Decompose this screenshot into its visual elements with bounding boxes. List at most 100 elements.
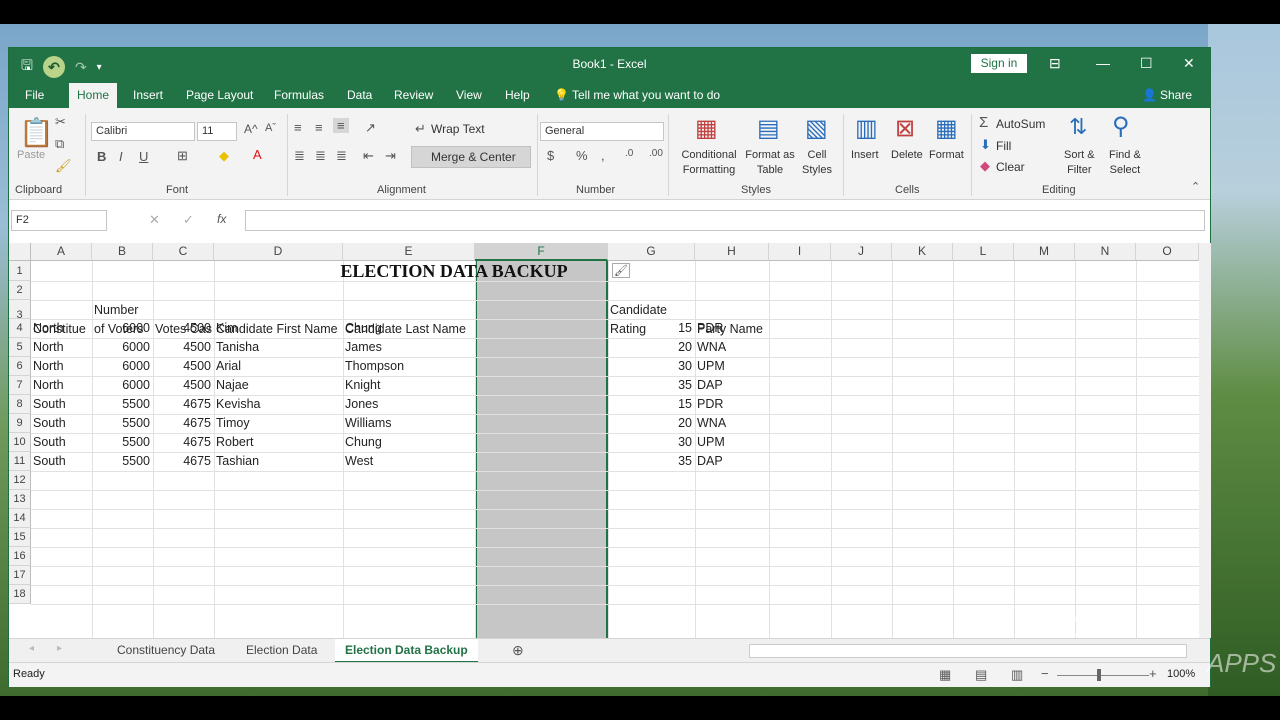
column-header-m[interactable]: M bbox=[1014, 243, 1075, 261]
column-header-i[interactable]: I bbox=[769, 243, 831, 261]
normal-view-icon[interactable]: ▦ bbox=[939, 667, 951, 683]
tab-formulas[interactable]: Formulas bbox=[274, 88, 324, 102]
row-header-11[interactable]: 11 bbox=[9, 452, 31, 471]
cell-first-name[interactable]: Timoy bbox=[216, 414, 346, 433]
cancel-icon[interactable]: ✕ bbox=[149, 212, 160, 228]
number-format-select[interactable]: General bbox=[540, 122, 664, 141]
minimize-button[interactable]: — bbox=[1096, 55, 1110, 71]
column-header-n[interactable]: N bbox=[1075, 243, 1136, 261]
cell-voters[interactable]: 6000 bbox=[94, 376, 150, 395]
formula-input[interactable] bbox=[245, 210, 1205, 231]
align-right-icon[interactable]: ≣ bbox=[336, 148, 347, 164]
cell-rating[interactable]: 15 bbox=[610, 319, 692, 338]
clear-button[interactable]: Clear bbox=[996, 160, 1025, 175]
cell-party[interactable]: PDR bbox=[697, 319, 769, 338]
cell-rating[interactable]: 30 bbox=[610, 433, 692, 452]
cell-first-name[interactable]: Tashian bbox=[216, 452, 346, 471]
align-left-icon[interactable]: ≣ bbox=[294, 148, 305, 164]
cell-voters[interactable]: 6000 bbox=[94, 357, 150, 376]
zoom-in-icon[interactable]: + bbox=[1149, 666, 1157, 681]
enter-icon[interactable]: ✓ bbox=[183, 212, 194, 228]
cell-first-name[interactable]: Tanisha bbox=[216, 338, 346, 357]
underline-icon[interactable]: U bbox=[139, 149, 148, 164]
align-center-icon[interactable]: ≣ bbox=[315, 148, 326, 164]
column-header-f[interactable]: F bbox=[475, 243, 608, 261]
insert-function-icon[interactable]: fx bbox=[217, 212, 226, 226]
increase-indent-icon[interactable]: ⇥ bbox=[385, 148, 396, 164]
align-bottom-icon[interactable]: ≡ bbox=[333, 118, 349, 133]
row-header-1[interactable]: 1 bbox=[9, 261, 31, 281]
maximize-button[interactable]: ☐ bbox=[1140, 55, 1153, 72]
cell-styles-icon[interactable]: ▧ bbox=[805, 114, 828, 143]
fill-button[interactable]: Fill bbox=[996, 139, 1011, 154]
sheet-title-cell[interactable]: ELECTION DATA BACKUP bbox=[289, 260, 619, 282]
tab-home[interactable]: Home bbox=[69, 83, 118, 108]
wrap-text-icon[interactable]: ↵ bbox=[415, 121, 426, 137]
new-sheet-icon[interactable]: ⊕ bbox=[512, 642, 524, 659]
cell-last-name[interactable]: Williams bbox=[345, 414, 476, 433]
cell-rating[interactable]: 20 bbox=[610, 338, 692, 357]
align-top-icon[interactable]: ≡ bbox=[294, 120, 302, 135]
borders-icon[interactable]: ⊞ bbox=[177, 148, 188, 164]
format-cells-icon[interactable]: ▦ bbox=[935, 114, 958, 143]
column-header-b[interactable]: B bbox=[92, 243, 153, 261]
cell-party[interactable]: DAP bbox=[697, 376, 769, 395]
decrease-decimal-icon[interactable]: .00 bbox=[649, 148, 663, 159]
column-header-k[interactable]: K bbox=[892, 243, 953, 261]
find-select-icon[interactable]: ⚲ bbox=[1112, 112, 1130, 141]
clear-icon[interactable]: ◆ bbox=[980, 158, 990, 174]
column-header-j[interactable]: J bbox=[831, 243, 892, 261]
cell-styles-button[interactable]: Cell Styles bbox=[799, 148, 835, 178]
insert-cells-button[interactable]: Insert bbox=[851, 148, 879, 163]
cell-votes-cast[interactable]: 4500 bbox=[155, 357, 211, 376]
row-header-15[interactable]: 15 bbox=[9, 528, 31, 547]
tab-data[interactable]: Data bbox=[347, 88, 372, 102]
increase-font-icon[interactable]: A^ bbox=[244, 122, 258, 136]
cell-last-name[interactable]: James bbox=[345, 338, 476, 357]
column-header-o[interactable]: O bbox=[1136, 243, 1199, 261]
cell-constituency[interactable]: South bbox=[33, 433, 92, 452]
cell-votes-cast[interactable]: 4675 bbox=[155, 395, 211, 414]
font-size-select[interactable]: 11 bbox=[197, 122, 237, 141]
row-header-6[interactable]: 6 bbox=[9, 357, 31, 376]
column-header-a[interactable]: A bbox=[31, 243, 92, 261]
cell-last-name[interactable]: Chung bbox=[345, 319, 476, 338]
row-header-3[interactable]: 3 bbox=[9, 300, 31, 321]
sheet-tab-election-data[interactable]: Election Data bbox=[246, 643, 317, 657]
font-color-icon[interactable]: A bbox=[253, 147, 262, 162]
row-header-14[interactable]: 14 bbox=[9, 509, 31, 528]
copy-icon[interactable]: ⧉ bbox=[55, 136, 64, 152]
zoom-out-icon[interactable]: − bbox=[1041, 666, 1049, 681]
column-header-e[interactable]: E bbox=[343, 243, 475, 261]
cell-party[interactable]: PDR bbox=[697, 395, 769, 414]
tab-review[interactable]: Review bbox=[394, 88, 433, 102]
next-sheet-icon[interactable]: ▸ bbox=[57, 643, 62, 654]
cell-last-name[interactable]: Jones bbox=[345, 395, 476, 414]
delete-cells-button[interactable]: Delete bbox=[891, 148, 923, 163]
conditional-formatting-icon[interactable]: ▦ bbox=[695, 114, 718, 143]
comma-style-icon[interactable]: , bbox=[601, 148, 605, 163]
cell-rating[interactable]: 30 bbox=[610, 357, 692, 376]
cell-party[interactable]: DAP bbox=[697, 452, 769, 471]
cell-votes-cast[interactable]: 4675 bbox=[155, 433, 211, 452]
row-header-12[interactable]: 12 bbox=[9, 471, 31, 490]
cell-first-name[interactable]: Kim bbox=[216, 319, 346, 338]
tab-view[interactable]: View bbox=[456, 88, 482, 102]
cell-party[interactable]: WNA bbox=[697, 338, 769, 357]
header-cell-b3-line1[interactable]: Number bbox=[94, 301, 153, 320]
cell-first-name[interactable]: Kevisha bbox=[216, 395, 346, 414]
column-header-d[interactable]: D bbox=[214, 243, 343, 261]
cell-voters[interactable]: 5500 bbox=[94, 414, 150, 433]
format-cells-button[interactable]: Format bbox=[929, 148, 964, 163]
autosum-icon[interactable]: Σ bbox=[979, 114, 988, 131]
paste-options-icon[interactable]: 🖌 bbox=[612, 263, 630, 278]
cell-rating[interactable]: 35 bbox=[610, 376, 692, 395]
cell-first-name[interactable]: Arial bbox=[216, 357, 346, 376]
row-header-13[interactable]: 13 bbox=[9, 490, 31, 509]
bold-icon[interactable]: B bbox=[97, 149, 106, 164]
tab-page-layout[interactable]: Page Layout bbox=[186, 88, 253, 102]
cell-last-name[interactable]: Knight bbox=[345, 376, 476, 395]
cell-party[interactable]: UPM bbox=[697, 433, 769, 452]
cell-constituency[interactable]: South bbox=[33, 414, 92, 433]
cell-constituency[interactable]: South bbox=[33, 395, 92, 414]
